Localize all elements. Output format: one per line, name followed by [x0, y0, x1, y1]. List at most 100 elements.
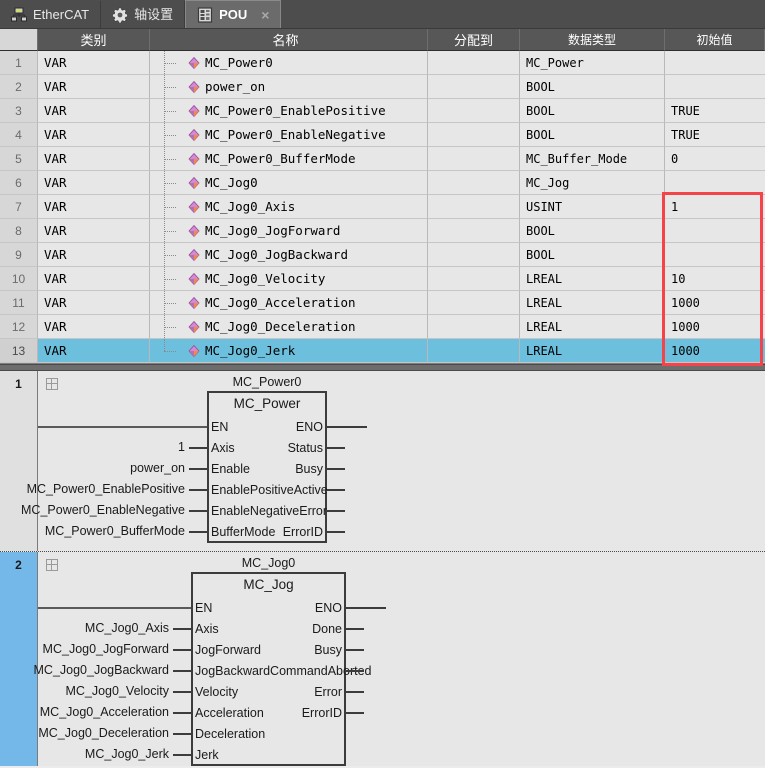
table-row[interactable]: 2 VAR power_on BOOL	[0, 75, 765, 99]
input-variable-label[interactable]: power_on	[130, 461, 185, 475]
input-pin-label[interactable]: Axis	[195, 622, 219, 636]
table-row[interactable]: 4 VAR MC_Power0_EnableNegative BOOL TRUE	[0, 123, 765, 147]
output-pin-label[interactable]: ErrorID	[302, 706, 342, 720]
cell-name[interactable]: MC_Power0	[150, 51, 428, 75]
input-pin-label[interactable]: Enable	[211, 462, 250, 476]
input-variable-label[interactable]: MC_Power0_EnableNegative	[21, 503, 185, 517]
cell-initial-value[interactable]: 1000	[665, 291, 765, 315]
function-block[interactable]: MC_Jog EN ENO Axis Done JogForward Busy JogBack…	[191, 572, 372, 766]
cell-initial-value[interactable]: 1000	[665, 315, 765, 339]
table-row[interactable]: 1 VAR MC_Power0 MC_Power	[0, 51, 765, 75]
header-data-type[interactable]: 数据类型	[520, 29, 665, 51]
cell-assigned-to[interactable]	[428, 75, 520, 99]
cell-class[interactable]: VAR	[38, 267, 150, 291]
tab-ethercat[interactable]: EtherCAT	[0, 1, 102, 28]
output-pin-label[interactable]: ErrorID	[283, 525, 323, 539]
input-pin-label[interactable]: Jerk	[195, 748, 219, 762]
input-pin-label[interactable]: Deceleration	[195, 727, 265, 741]
cell-data-type[interactable]: BOOL	[520, 123, 665, 147]
cell-class[interactable]: VAR	[38, 123, 150, 147]
cell-class[interactable]: VAR	[38, 99, 150, 123]
output-pin-label[interactable]: ENO	[296, 420, 323, 434]
table-row[interactable]: 8 VAR MC_Jog0_JogForward BOOL	[0, 219, 765, 243]
cell-data-type[interactable]: LREAL	[520, 315, 665, 339]
cell-data-type[interactable]: BOOL	[520, 99, 665, 123]
cell-data-type[interactable]: MC_Power	[520, 51, 665, 75]
input-pin-label[interactable]: EN	[195, 601, 212, 615]
cell-initial-value[interactable]: TRUE	[665, 123, 765, 147]
cell-class[interactable]: VAR	[38, 51, 150, 75]
header-name[interactable]: 名称	[150, 29, 428, 51]
input-pin-label[interactable]: JogForward	[195, 643, 261, 657]
cell-assigned-to[interactable]	[428, 123, 520, 147]
expand-collapse-icon[interactable]	[46, 378, 58, 390]
cell-initial-value[interactable]	[665, 75, 765, 99]
table-row[interactable]: 13 VAR MC_Jog0_Jerk LREAL 1000	[0, 339, 765, 363]
cell-assigned-to[interactable]	[428, 243, 520, 267]
cell-data-type[interactable]: BOOL	[520, 75, 665, 99]
cell-initial-value[interactable]: TRUE	[665, 99, 765, 123]
header-class[interactable]: 类别	[38, 29, 150, 51]
cell-initial-value[interactable]: 10	[665, 267, 765, 291]
cell-name[interactable]: power_on	[150, 75, 428, 99]
input-variable-label[interactable]: MC_Jog0_Velocity	[65, 684, 169, 698]
cell-class[interactable]: VAR	[38, 339, 150, 363]
cell-class[interactable]: VAR	[38, 195, 150, 219]
cell-initial-value[interactable]: 0	[665, 147, 765, 171]
input-pin-label[interactable]: JogBackward	[195, 664, 270, 678]
cell-data-type[interactable]: BOOL	[520, 219, 665, 243]
cell-initial-value[interactable]: 1000	[665, 339, 765, 363]
cell-assigned-to[interactable]	[428, 99, 520, 123]
rung-number[interactable]: 1	[0, 371, 38, 551]
table-row[interactable]: 11 VAR MC_Jog0_Acceleration LREAL 1000	[0, 291, 765, 315]
cell-class[interactable]: VAR	[38, 315, 150, 339]
input-variable-label[interactable]: MC_Jog0_JogBackward	[34, 663, 170, 677]
header-assigned-to[interactable]: 分配到	[428, 29, 520, 51]
header-initial-value[interactable]: 初始值	[665, 29, 765, 51]
output-pin-label[interactable]: Active	[294, 483, 328, 497]
cell-class[interactable]: VAR	[38, 171, 150, 195]
close-icon[interactable]: ×	[261, 8, 269, 22]
cell-class[interactable]: VAR	[38, 291, 150, 315]
table-row[interactable]: 6 VAR MC_Jog0 MC_Jog	[0, 171, 765, 195]
cell-name[interactable]: MC_Jog0_Velocity	[150, 267, 428, 291]
cell-data-type[interactable]: LREAL	[520, 291, 665, 315]
cell-assigned-to[interactable]	[428, 291, 520, 315]
cell-assigned-to[interactable]	[428, 315, 520, 339]
ladder-rung[interactable]: 2 MC_Jog0 MC_Jog EN ENO Axis Done JogForward Bus…	[0, 551, 765, 766]
input-pin-label[interactable]: Velocity	[195, 685, 238, 699]
cell-initial-value[interactable]	[665, 243, 765, 267]
input-variable-label[interactable]: MC_Jog0_Jerk	[85, 747, 169, 761]
cell-assigned-to[interactable]	[428, 147, 520, 171]
table-row[interactable]: 3 VAR MC_Power0_EnablePositive BOOL TRUE	[0, 99, 765, 123]
output-pin-label[interactable]: Busy	[295, 462, 323, 476]
cell-name[interactable]: MC_Jog0_Acceleration	[150, 291, 428, 315]
input-variable-label[interactable]: MC_Jog0_Acceleration	[40, 705, 169, 719]
cell-name[interactable]: MC_Power0_EnablePositive	[150, 99, 428, 123]
tab-pou[interactable]: POU ×	[185, 0, 282, 28]
output-pin-label[interactable]: Error	[299, 504, 327, 518]
input-pin-label[interactable]: EnableNegative	[211, 504, 299, 518]
cell-name[interactable]: MC_Power0_EnableNegative	[150, 123, 428, 147]
cell-data-type[interactable]: BOOL	[520, 243, 665, 267]
cell-initial-value[interactable]	[665, 219, 765, 243]
cell-assigned-to[interactable]	[428, 51, 520, 75]
input-pin-label[interactable]: EnablePositive	[211, 483, 294, 497]
table-row[interactable]: 10 VAR MC_Jog0_Velocity LREAL 10	[0, 267, 765, 291]
table-row[interactable]: 9 VAR MC_Jog0_JogBackward BOOL	[0, 243, 765, 267]
input-variable-label[interactable]: MC_Power0_EnablePositive	[27, 482, 185, 496]
input-variable-label[interactable]: MC_Power0_BufferMode	[45, 524, 185, 538]
table-row[interactable]: 12 VAR MC_Jog0_Deceleration LREAL 1000	[0, 315, 765, 339]
tab-axis-settings[interactable]: 轴设置	[101, 1, 186, 28]
cell-name[interactable]: MC_Power0_BufferMode	[150, 147, 428, 171]
cell-assigned-to[interactable]	[428, 171, 520, 195]
input-variable-label[interactable]: MC_Jog0_Deceleration	[38, 726, 169, 740]
input-variable-label[interactable]: MC_Jog0_JogForward	[43, 642, 169, 656]
input-variable-label[interactable]: 1	[178, 440, 185, 454]
cell-assigned-to[interactable]	[428, 339, 520, 363]
editor-splitter[interactable]	[0, 364, 765, 371]
cell-data-type[interactable]: MC_Jog	[520, 171, 665, 195]
cell-class[interactable]: VAR	[38, 147, 150, 171]
output-pin-label[interactable]: ENO	[315, 601, 342, 615]
expand-collapse-icon[interactable]	[46, 559, 58, 571]
